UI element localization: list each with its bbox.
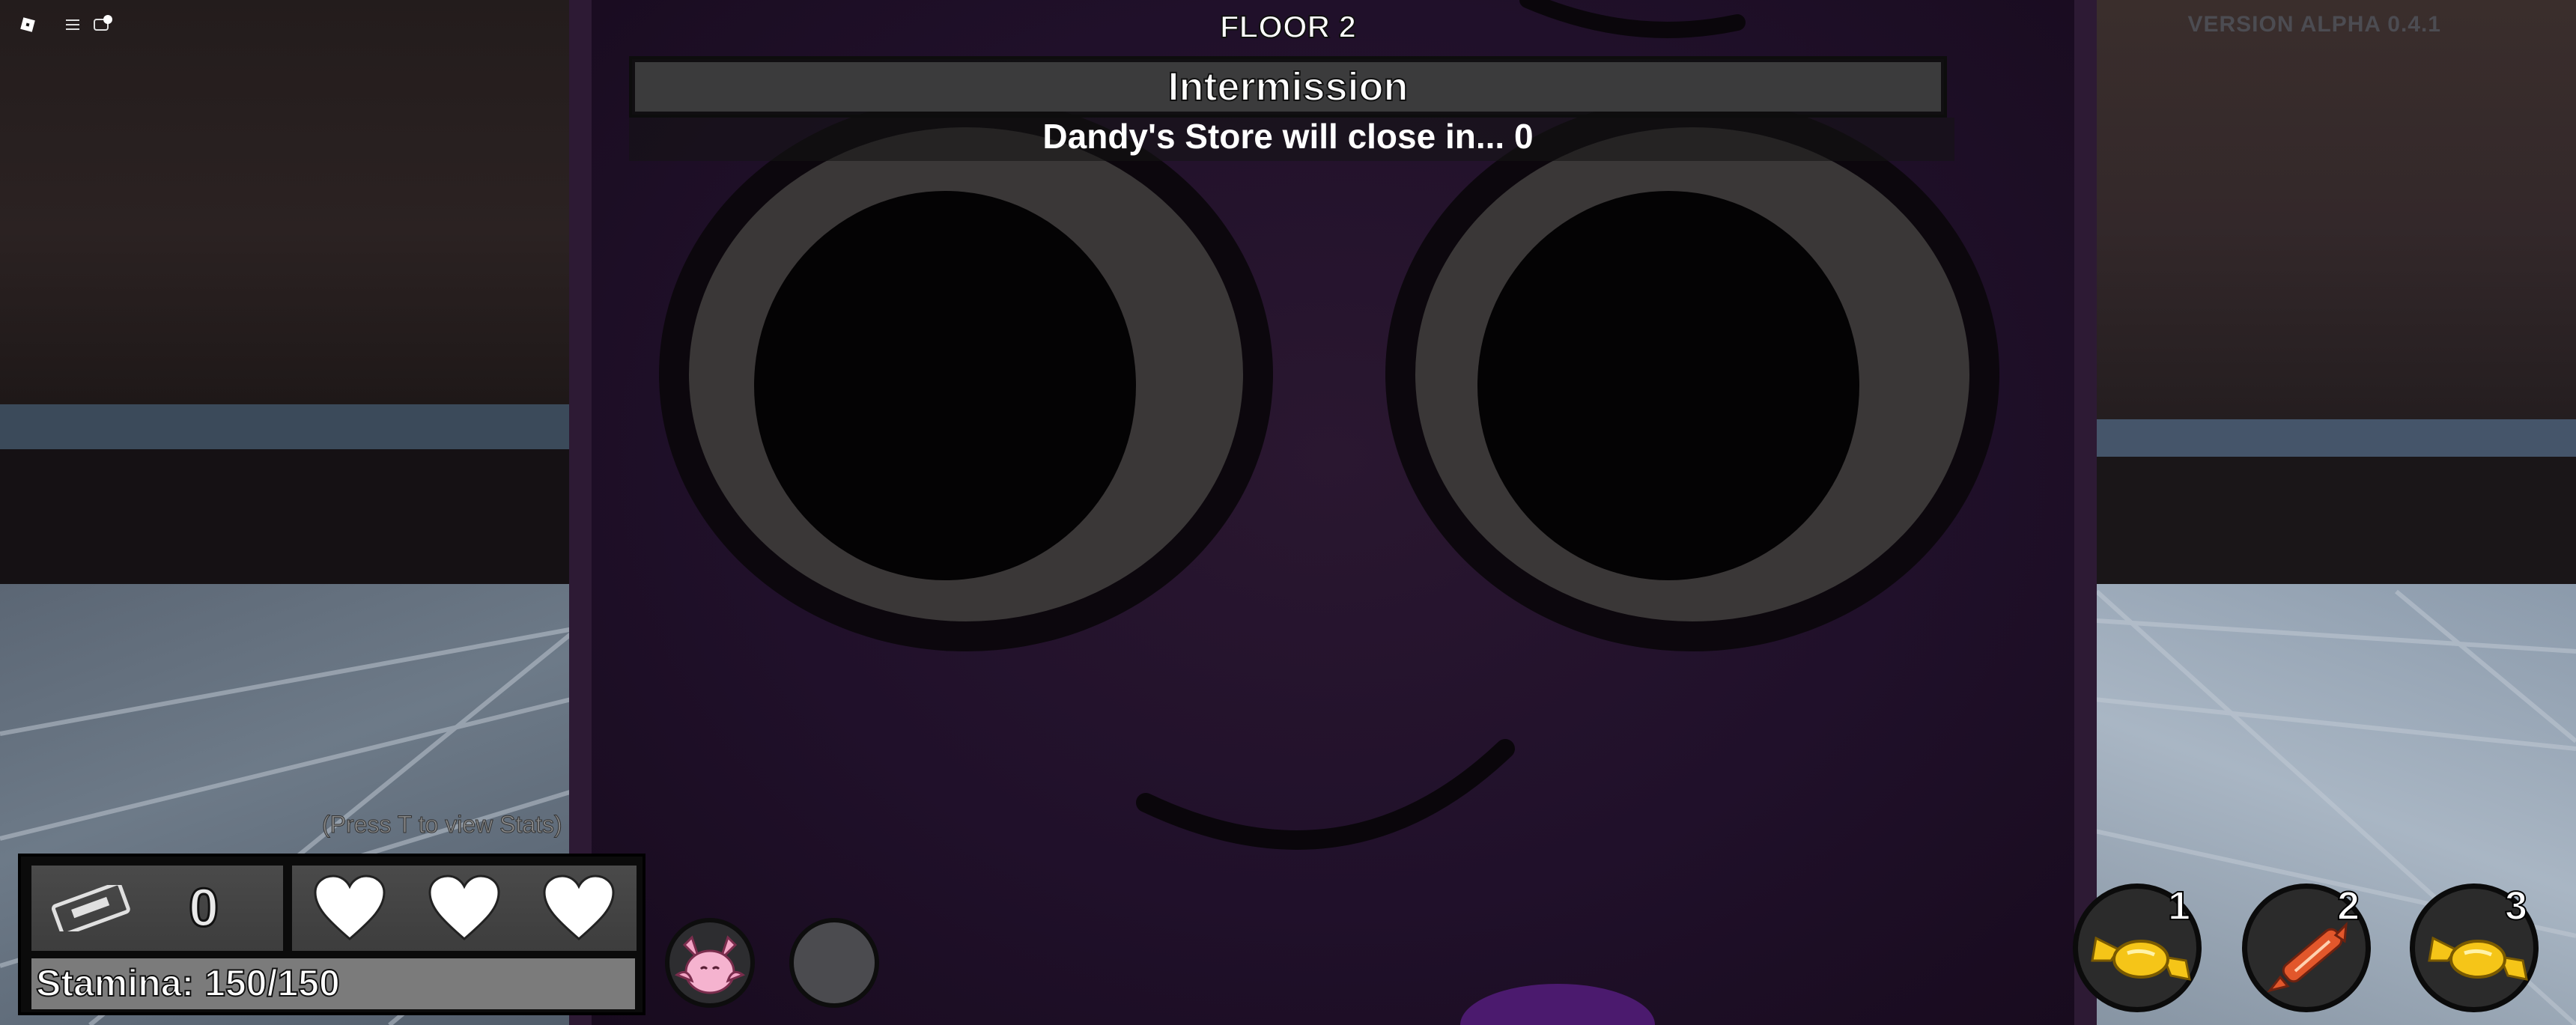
- bat-plush-icon: [674, 935, 746, 994]
- stamina-bar: Stamina: 150/150: [31, 958, 635, 1009]
- floor-title: FLOOR 2: [1219, 8, 1357, 45]
- intermission-bar: Intermission: [629, 56, 1947, 118]
- heart-icon: [543, 875, 615, 940]
- player-stats-panel: 0 Stamina: 150/150: [18, 854, 645, 1015]
- ability-slot-empty[interactable]: [789, 918, 879, 1008]
- item-slot-number: 2: [2336, 883, 2360, 929]
- item-slot-2[interactable]: 2: [2242, 883, 2371, 1012]
- heart-icon: [428, 875, 500, 940]
- store-countdown-message: Dandy's Store will close in... 0: [1042, 117, 1534, 156]
- stats-hint: (Press T to view Stats): [322, 811, 563, 839]
- heart-icon: [314, 875, 386, 940]
- tapes-count: 0: [187, 878, 219, 940]
- character-portrait[interactable]: [665, 918, 755, 1008]
- tape-icon: [51, 885, 130, 931]
- item-slot-number: 1: [2167, 883, 2191, 929]
- hearts-container: [292, 866, 637, 951]
- item-slot-number: 3: [2504, 883, 2528, 929]
- phase-label: Intermission: [1167, 64, 1409, 110]
- item-slot-3[interactable]: 3: [2410, 883, 2539, 1012]
- stamina-label: Stamina: 150/150: [35, 961, 341, 1005]
- item-slot-1[interactable]: 1: [2073, 883, 2202, 1012]
- tapes-counter: 0: [31, 866, 283, 951]
